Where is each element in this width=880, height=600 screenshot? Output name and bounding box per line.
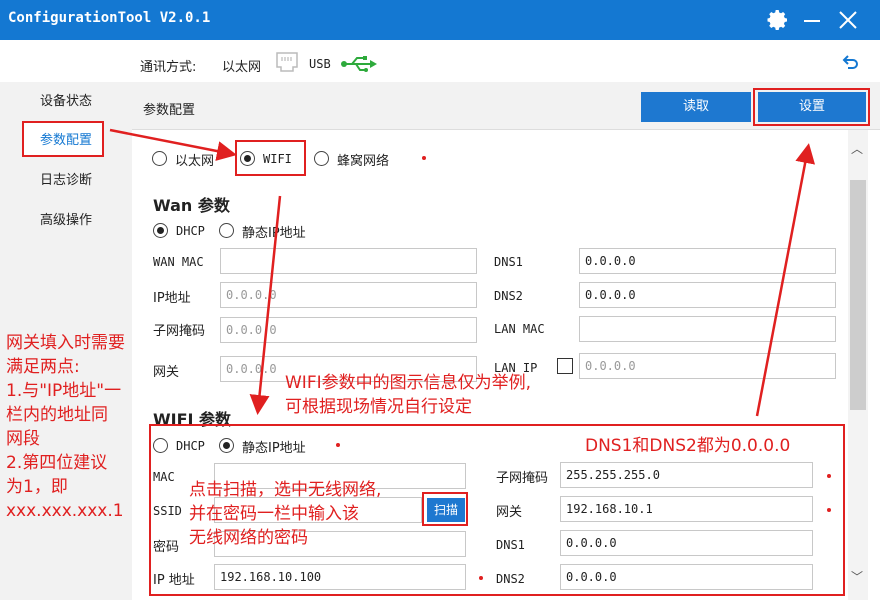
usb-icon[interactable] — [340, 54, 378, 78]
wan-gateway-label: 网关 — [153, 365, 180, 380]
refresh-icon[interactable] — [842, 55, 858, 75]
wifi-dns2-label: DNS2 — [496, 572, 525, 586]
sidebar-item-log-diagnosis[interactable]: 日志诊断 — [0, 161, 132, 201]
wifi-ip-input[interactable]: 192.168.10.100 — [214, 564, 466, 590]
sidebar-item-param-config[interactable]: 参数配置 — [0, 121, 132, 161]
radio-wifi[interactable] — [240, 151, 255, 166]
wifi-dns1-label: DNS1 — [496, 538, 525, 552]
scan-annotation: 点击扫描，选中无线网络, 并在密码一栏中输入该 无线网络的密码 — [189, 480, 382, 548]
required-dot — [336, 443, 340, 447]
wan-dns2-label: DNS2 — [494, 289, 523, 303]
scan-button[interactable]: 扫描 — [427, 498, 465, 522]
wifi-dns1-input[interactable]: 0.0.0.0 — [560, 530, 813, 556]
wifi-ssid-label: SSID — [153, 504, 182, 518]
wan-ip-input[interactable]: 0.0.0.0 — [220, 282, 477, 308]
wan-radio-static[interactable] — [219, 223, 234, 238]
chevron-up-icon[interactable]: ︿ — [851, 140, 863, 157]
wifi-password-label: 密码 — [153, 540, 180, 555]
title-bar: ConfigurationTool V2.0.1 — [0, 0, 880, 40]
comm-label: 通讯方式: — [140, 60, 197, 75]
minimize-icon[interactable] — [798, 6, 826, 34]
wifi-radio-dhcp-label: DHCP — [176, 439, 205, 453]
comm-ethernet-label: 以太网 — [222, 60, 262, 75]
required-dot — [422, 156, 426, 160]
wan-dns1-label: DNS1 — [494, 255, 523, 269]
lan-mac-input[interactable] — [579, 316, 836, 342]
app-title: ConfigurationTool V2.0.1 — [8, 10, 211, 26]
scrollbar-thumb[interactable] — [850, 180, 866, 410]
wifi-mac-label: MAC — [153, 470, 175, 484]
wan-mac-input[interactable] — [220, 248, 477, 274]
wan-dns2-input[interactable]: 0.0.0.0 — [579, 282, 836, 308]
required-dot — [479, 576, 483, 580]
set-button[interactable]: 设置 — [758, 92, 866, 122]
gear-icon[interactable] — [764, 6, 792, 34]
chevron-down-icon[interactable]: ﹀ — [851, 568, 863, 585]
wan-mask-label: 子网掩码 — [153, 324, 206, 339]
dns-annotation: DNS1和DNS2都为0.0.0.0 — [585, 436, 791, 456]
comm-bar: 通讯方式: 以太网 USB — [0, 40, 880, 82]
wifi-radio-static-label: 静态IP地址 — [242, 441, 306, 456]
sidebar-item-device-status[interactable]: 设备状态 — [0, 82, 132, 122]
wan-mac-label: WAN MAC — [153, 255, 204, 269]
wifi-radio-static[interactable] — [219, 438, 234, 453]
wifi-ip-label: IP 地址 — [153, 573, 195, 588]
wifi-gateway-input[interactable]: 192.168.10.1 — [560, 496, 813, 522]
wan-ip-label: IP地址 — [153, 291, 191, 306]
gateway-annotation: 网关填入时需要 满足两点: 1.与"IP地址"一 栏内的地址同 网段 2.第四位… — [6, 333, 125, 521]
close-icon[interactable] — [834, 6, 862, 34]
wan-radio-dhcp[interactable] — [153, 223, 168, 238]
lan-ip-checkbox[interactable] — [557, 358, 573, 374]
radio-cellular-label: 蜂窝网络 — [337, 154, 390, 169]
radio-cellular[interactable] — [314, 151, 329, 166]
required-dot — [827, 508, 831, 512]
wan-radio-dhcp-label: DHCP — [176, 224, 205, 238]
sidebar-item-advanced[interactable]: 高级操作 — [0, 201, 132, 241]
wan-mask-input[interactable]: 0.0.0.0 — [220, 317, 477, 343]
wifi-annotation: WIFI参数中的图示信息仅为举例, 可根据现场情况自行设定 — [285, 373, 532, 417]
scrollbar[interactable]: ︿ ﹀ — [848, 130, 868, 600]
wan-dns1-input[interactable]: 0.0.0.0 — [579, 248, 836, 274]
lan-mac-label: LAN MAC — [494, 322, 545, 336]
radio-ethernet[interactable] — [152, 151, 167, 166]
required-dot — [827, 474, 831, 478]
read-button[interactable]: 读取 — [641, 92, 751, 122]
wifi-mask-label: 子网掩码 — [496, 471, 549, 486]
wifi-dns2-input[interactable]: 0.0.0.0 — [560, 564, 813, 590]
wifi-radio-dhcp[interactable] — [153, 438, 168, 453]
ethernet-port-icon[interactable] — [274, 51, 300, 79]
radio-ethernet-label: 以太网 — [175, 154, 215, 169]
wan-radio-static-label: 静态IP地址 — [242, 226, 306, 241]
wifi-mask-input[interactable]: 255.255.255.0 — [560, 462, 813, 488]
page-title: 参数配置 — [143, 103, 196, 118]
comm-usb-label: USB — [309, 57, 331, 71]
lan-ip-input[interactable]: 0.0.0.0 — [579, 353, 836, 379]
wifi-gateway-label: 网关 — [496, 505, 523, 520]
wan-section-title: Wan 参数 — [153, 196, 230, 215]
radio-wifi-label: WIFI — [263, 152, 292, 166]
